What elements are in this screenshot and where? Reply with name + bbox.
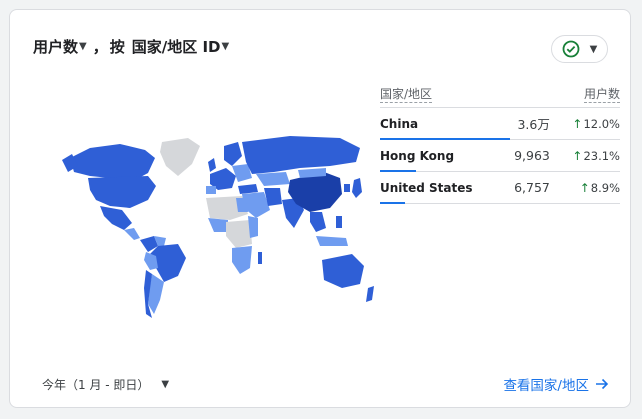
map-region-scandinavia[interactable]: [224, 142, 242, 166]
metric-selector[interactable]: 用户数 ▼: [33, 36, 91, 57]
insights-status-button[interactable]: ▼: [551, 35, 608, 63]
country-name: United States: [380, 172, 501, 204]
map-region-kazakhstan[interactable]: [256, 172, 290, 186]
arrow-right-icon: [596, 378, 609, 390]
table-row[interactable]: China 3.6万 ↑12.0%: [380, 108, 620, 140]
share-bar: [380, 202, 405, 204]
map-region-canada[interactable]: [70, 144, 155, 180]
map-region-indonesia[interactable]: [316, 236, 348, 246]
map-region-russia[interactable]: [242, 136, 360, 174]
dimension-selector[interactable]: 国家/地区 ID ▼: [132, 36, 233, 57]
map-region-egypt[interactable]: [236, 198, 248, 212]
change-value: ↑23.1%: [572, 148, 620, 163]
table-header-row: 国家/地区 用户数: [380, 80, 620, 108]
by-label: 按: [109, 38, 125, 56]
map-region-mexico[interactable]: [100, 206, 132, 230]
arrow-up-icon: ↑: [572, 148, 583, 163]
map-region-west-africa[interactable]: [208, 218, 228, 232]
map-region-iberia[interactable]: [206, 186, 216, 194]
arrow-up-icon: ↑: [572, 116, 583, 131]
users-by-country-card: 用户数 ▼ ， 按 国家/地区 ID ▼ ▼ 国家/地区 用户数 China 3…: [9, 9, 631, 408]
map-region-madagascar[interactable]: [258, 252, 262, 264]
users-value: 6,757: [514, 180, 550, 195]
change-value: ↑12.0%: [572, 116, 620, 131]
check-circle-icon: [562, 40, 580, 58]
col-users-header[interactable]: 用户数: [558, 80, 620, 108]
map-region-japan[interactable]: [352, 178, 362, 198]
date-range-selector[interactable]: 今年（1 月 - 即日） ▼: [42, 376, 169, 393]
world-map[interactable]: [60, 128, 380, 328]
users-value: 3.6万: [517, 117, 550, 132]
change-value: ↑8.9%: [579, 180, 620, 195]
col-spacer: [501, 80, 558, 108]
dimension-label: 国家/地区 ID: [131, 38, 221, 56]
table-row[interactable]: Hong Kong 9,963 ↑23.1%: [380, 140, 620, 172]
map-region-turkey[interactable]: [238, 184, 258, 194]
map-region-central-america[interactable]: [124, 228, 140, 240]
map-region-new-zealand[interactable]: [366, 286, 374, 302]
map-region-central-africa[interactable]: [226, 220, 252, 248]
map-region-australia[interactable]: [322, 254, 364, 288]
users-value: 9,963: [514, 148, 550, 163]
metric-label: 用户数: [33, 38, 79, 56]
metric-dropdown-icon: ▼: [79, 41, 87, 52]
map-region-usa[interactable]: [88, 176, 156, 208]
title-separator: ，: [92, 38, 108, 56]
map-region-southeast-asia[interactable]: [310, 212, 326, 232]
table-row[interactable]: United States 6,757 ↑8.9%: [380, 172, 620, 204]
card-title: 用户数 ▼ ， 按 国家/地区 ID ▼: [33, 36, 233, 57]
map-region-korea[interactable]: [344, 184, 350, 192]
map-region-southern-africa[interactable]: [232, 246, 252, 274]
chevron-down-icon: ▼: [161, 379, 170, 390]
country-name: China: [380, 108, 510, 140]
map-region-philippines[interactable]: [336, 216, 342, 228]
map-region-greenland: [160, 138, 200, 176]
country-table: 国家/地区 用户数 China 3.6万 ↑12.0% Hong Kong 9,…: [380, 80, 620, 204]
country-name: Hong Kong: [380, 140, 501, 172]
date-range-label: 今年（1 月 - 即日）: [42, 378, 150, 392]
dimension-dropdown-icon: ▼: [221, 41, 230, 52]
map-region-uk[interactable]: [208, 158, 216, 172]
arrow-up-icon: ↑: [579, 180, 590, 195]
col-country-header[interactable]: 国家/地区: [380, 80, 501, 108]
view-countries-link[interactable]: 查看国家/地区: [503, 374, 609, 394]
chevron-down-icon: ▼: [589, 43, 598, 55]
view-countries-label: 查看国家/地区: [503, 378, 589, 394]
